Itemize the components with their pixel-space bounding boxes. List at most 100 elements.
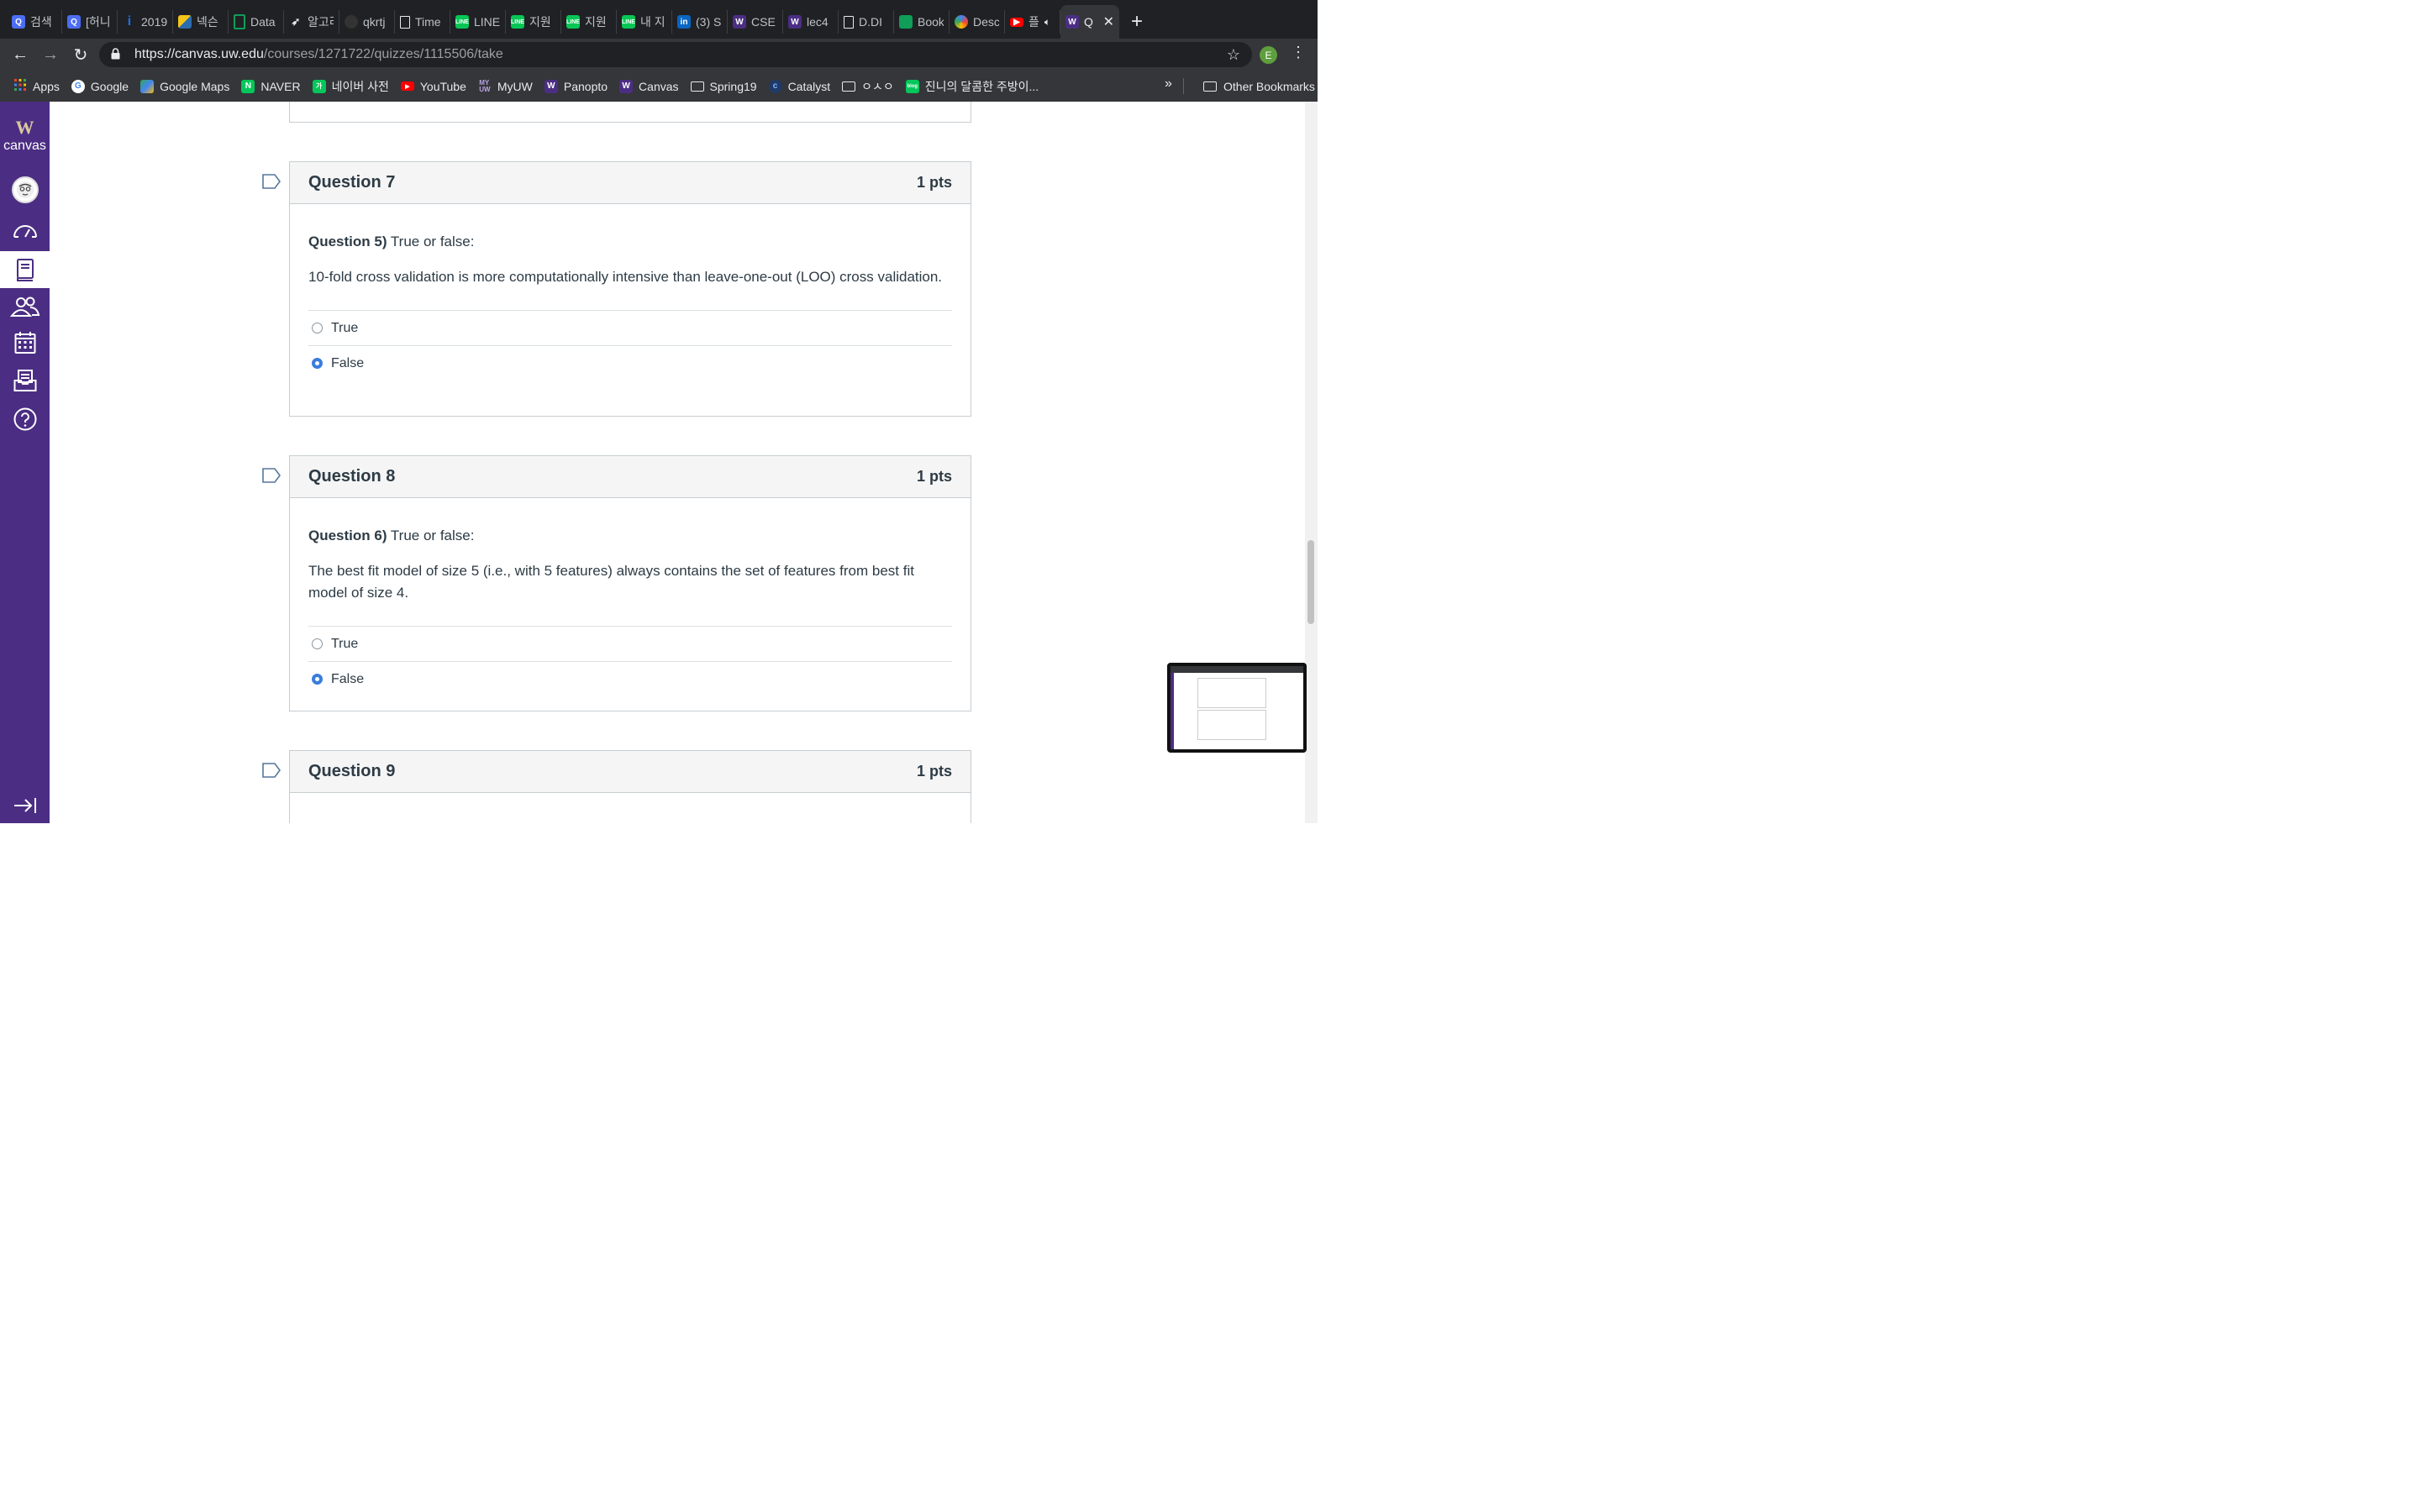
new-tab-button[interactable]: +	[1131, 5, 1143, 39]
bookmarks-bar: Apps G Google Google Maps N NAVER 가 네이버 사전 …	[0, 71, 1318, 102]
uw-icon: W	[544, 79, 558, 93]
forward-icon[interactable]: →	[35, 45, 66, 65]
question-header: Question 8 1 pts	[290, 456, 971, 498]
line-tab-icon: LINE	[455, 15, 469, 29]
question-block-7: Question 7 1 pts Question 5) True or fal…	[289, 161, 971, 417]
bookmark-other-folder[interactable]: Other Bookmarks	[1203, 71, 1315, 102]
browser-tab-active[interactable]: W Q ✕	[1060, 5, 1119, 39]
bookmark-google-maps[interactable]: Google Maps	[140, 79, 229, 93]
browser-tab[interactable]: ➶알고리	[284, 10, 339, 34]
browser-tab[interactable]: LINE 내 지	[617, 10, 672, 34]
courses-book-icon	[16, 259, 34, 281]
maps-icon	[140, 79, 155, 93]
sheet-tab-icon	[899, 15, 913, 29]
screenshot-thumbnail-preview[interactable]	[1167, 663, 1307, 753]
nav-account[interactable]	[0, 171, 50, 208]
question-prompt: Question 5) True or false:	[308, 234, 475, 249]
browser-tab[interactable]: 넥슨	[173, 10, 229, 34]
browser-tab[interactable]: ▶ 플 🔈︎	[1005, 10, 1060, 34]
uw-tab-icon: W	[788, 15, 802, 29]
line-tab-icon: LINE	[566, 15, 580, 29]
apps-grid-icon	[13, 78, 27, 94]
bookmark-blog[interactable]: blog 진니의 달콤한 주방이...	[905, 78, 1039, 95]
bookmark-canvas[interactable]: W Canvas	[619, 79, 679, 93]
browser-tab[interactable]: Data	[229, 10, 284, 34]
browser-menu-icon[interactable]: ⋮	[1291, 44, 1306, 61]
bookmark-myuw[interactable]: MY UW MyUW	[478, 79, 533, 93]
question-title: Question 7	[308, 173, 396, 192]
nav-inbox[interactable]	[0, 362, 50, 399]
reload-icon[interactable]: ↻	[66, 45, 96, 66]
browser-tab[interactable]: LINE 지원	[561, 10, 617, 34]
browser-tab[interactable]: in (3) S	[672, 10, 728, 34]
radio-button[interactable]	[312, 638, 323, 649]
browser-tab[interactable]: Time	[395, 10, 450, 34]
bookmark-folder-spring19[interactable]: Spring19	[690, 80, 757, 93]
answer-option-false[interactable]: False	[308, 662, 952, 696]
flag-question-icon[interactable]	[262, 468, 281, 487]
bookmarks-divider	[1183, 78, 1184, 94]
browser-toolbar: ← → ↻ https://canvas.uw.edu/courses/1271…	[0, 39, 1318, 71]
question-title: Question 8	[308, 467, 396, 486]
nav-collapse[interactable]	[0, 787, 50, 824]
browser-tab[interactable]: Q 검색	[7, 10, 62, 34]
naver-dict-icon: 가	[312, 79, 326, 93]
thumbnail-image	[1171, 666, 1303, 749]
bookmark-naver[interactable]: N NAVER	[241, 79, 301, 93]
bookmark-panopto[interactable]: W Panopto	[544, 79, 608, 93]
bookmark-folder-oso[interactable]: ㅇㅅㅇ	[842, 78, 894, 95]
flag-question-icon[interactable]	[262, 174, 281, 193]
nexon-tab-icon	[178, 15, 192, 29]
question-points: 1 pts	[916, 763, 952, 780]
groups-icon	[9, 297, 39, 317]
scrollbar-thumb[interactable]	[1307, 540, 1314, 624]
bookmark-youtube[interactable]: ▶ YouTube	[400, 80, 466, 93]
page-scrollbar[interactable]	[1305, 102, 1318, 823]
youtube-icon: ▶	[400, 81, 414, 91]
answer-option-true[interactable]: True	[308, 627, 952, 662]
radio-button-selected[interactable]	[312, 358, 323, 369]
browser-tab[interactable]: D.DI	[839, 10, 894, 34]
speaker-icon[interactable]: 🔈︎	[1044, 16, 1050, 29]
radio-button[interactable]	[312, 323, 323, 333]
sheet-tab-icon	[234, 14, 245, 29]
canvas-logo[interactable]: W canvas	[0, 118, 50, 154]
folder-icon	[1203, 81, 1217, 92]
profile-avatar[interactable]: E	[1260, 46, 1277, 64]
browser-tab[interactable]: qkrtj	[339, 10, 395, 34]
bookmark-apps[interactable]: Apps	[13, 78, 60, 94]
bookmark-star-icon[interactable]: ☆	[1227, 46, 1240, 64]
help-icon	[13, 407, 36, 431]
radio-button-selected[interactable]	[312, 674, 323, 685]
answer-list: True False	[308, 626, 952, 696]
nav-dashboard[interactable]	[0, 212, 50, 249]
browser-tab[interactable]: Desc	[950, 10, 1005, 34]
bookmarks-overflow-icon[interactable]: »	[1165, 76, 1172, 92]
browser-tab[interactable]: Book	[894, 10, 950, 34]
question-text: The best fit model of size 5 (i.e., with…	[308, 563, 914, 601]
nav-calendar[interactable]	[0, 324, 50, 361]
browser-tab[interactable]: i 2019	[118, 10, 173, 34]
question-text: 10-fold cross validation is more computa…	[308, 269, 943, 285]
browser-tab[interactable]: Q [허니	[62, 10, 118, 34]
answer-option-false[interactable]: False	[308, 346, 952, 381]
question-block-9: Question 9 1 pts	[289, 750, 971, 823]
browser-tab[interactable]: LINE 지원	[506, 10, 561, 34]
browser-tab[interactable]: Wlec4	[783, 10, 839, 34]
uw-tab-icon: W	[733, 15, 746, 29]
address-bar[interactable]: https://canvas.uw.edu/courses/1271722/qu…	[99, 42, 1252, 67]
bookmark-catalyst[interactable]: c Catalyst	[768, 79, 830, 93]
avatar	[11, 176, 39, 203]
nav-courses[interactable]	[0, 251, 50, 288]
answer-option-true[interactable]: True	[308, 311, 952, 346]
browser-tab[interactable]: LINE LINE	[450, 10, 506, 34]
bookmark-google[interactable]: G Google	[71, 79, 129, 93]
nav-groups[interactable]	[0, 288, 50, 325]
close-tab-icon[interactable]: ✕	[1103, 13, 1114, 30]
back-icon[interactable]: ←	[5, 45, 35, 65]
flag-question-icon[interactable]	[262, 763, 281, 782]
bookmark-naver-dict[interactable]: 가 네이버 사전	[312, 78, 389, 95]
quiz-content: Question 7 1 pts Question 5) True or fal…	[50, 102, 1305, 823]
nav-help[interactable]	[0, 401, 50, 438]
browser-tab[interactable]: W CSE	[728, 10, 783, 34]
